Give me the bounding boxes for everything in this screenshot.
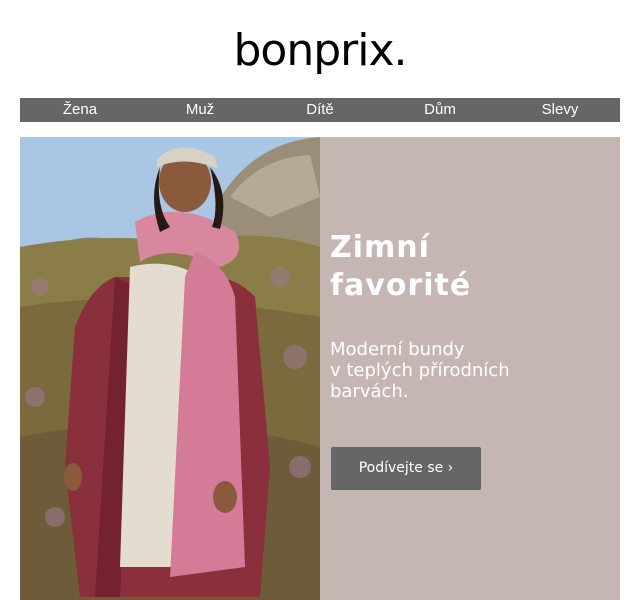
bonprix-logo[interactable]: bonprix. bbox=[233, 22, 407, 80]
view-products-button[interactable]: Podívejte se › bbox=[331, 447, 481, 490]
main-nav: Žena Muž Dítě Dům Slevy bbox=[20, 98, 620, 122]
nav-item-slevy[interactable]: Slevy bbox=[500, 98, 620, 122]
description-line-3: barvách. bbox=[330, 381, 409, 402]
nav-item-muz[interactable]: Muž bbox=[140, 98, 260, 122]
hero-banner: Zimní favorité Moderní bundy v teplých p… bbox=[20, 137, 620, 600]
promo-description: Moderní bundy v teplých přírodních barvá… bbox=[330, 339, 570, 402]
headline-line-2: favorité bbox=[330, 268, 472, 303]
nav-item-dum[interactable]: Dům bbox=[380, 98, 500, 122]
promo-headline: Zimní favorité bbox=[330, 229, 610, 305]
headline-line-1: Zimní bbox=[330, 230, 430, 265]
hero-photo[interactable] bbox=[20, 137, 320, 600]
header: bonprix. bbox=[0, 22, 640, 80]
nav-item-zena[interactable]: Žena bbox=[20, 98, 140, 122]
nav-item-dite[interactable]: Dítě bbox=[260, 98, 380, 122]
promo-panel: Zimní favorité Moderní bundy v teplých p… bbox=[320, 137, 620, 600]
description-line-1: Moderní bundy bbox=[330, 339, 465, 360]
woman-in-winter-coat-image bbox=[20, 137, 320, 600]
description-line-2: v teplých přírodních bbox=[330, 360, 510, 381]
